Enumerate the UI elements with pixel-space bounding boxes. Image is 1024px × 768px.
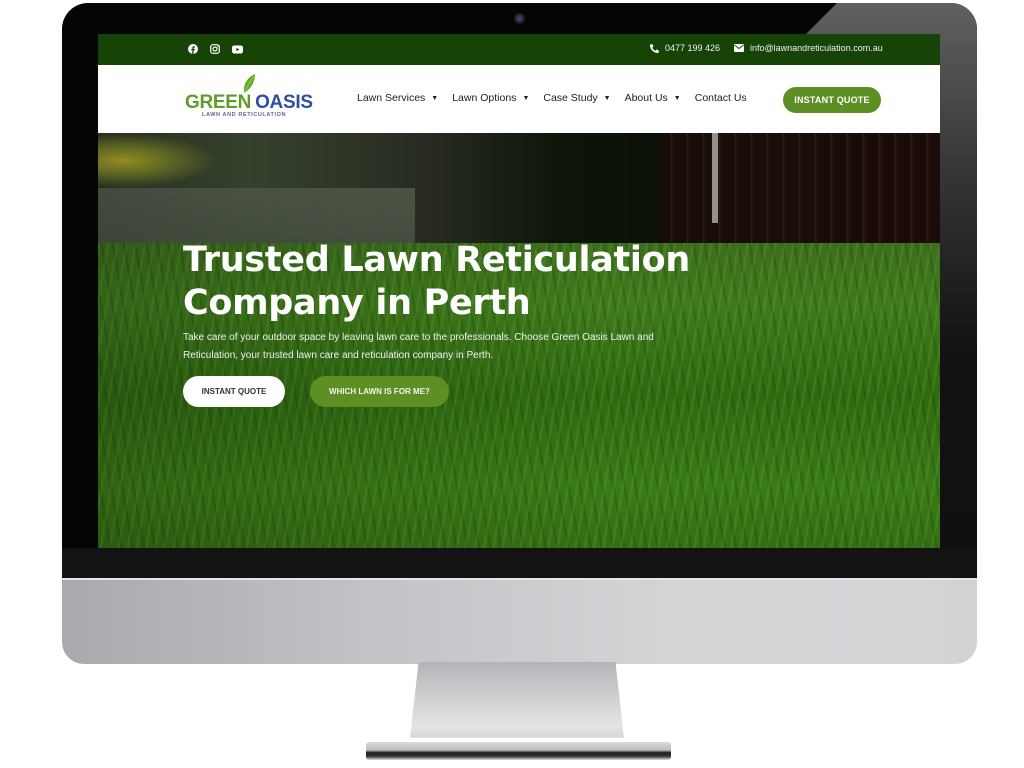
nav-item-lawn-services[interactable]: Lawn Services ▼: [357, 92, 438, 104]
nav-menu: Lawn Services ▼ Lawn Options ▼ Case Stud…: [357, 92, 761, 104]
instant-quote-button[interactable]: INSTANT QUOTE: [183, 376, 285, 407]
caret-down-icon: ▼: [673, 94, 681, 102]
phone-number: 0477 199 426: [665, 43, 721, 53]
logo-word-green: GREEN: [185, 92, 252, 113]
caret-down-icon: ▼: [603, 94, 611, 102]
nav-item-label: Contact Us: [694, 92, 747, 104]
phone-contact[interactable]: 0477 199 426: [650, 43, 720, 53]
main-navigation: GREEN OASIS LAWN AND RETICULATION Lawn Se…: [98, 65, 940, 133]
nav-item-contact-us[interactable]: Contact Us: [695, 92, 747, 104]
email-address: info@lawnandreticulation.com.au: [750, 43, 883, 53]
nav-item-label: Lawn Options: [452, 92, 517, 104]
nav-item-about-us[interactable]: About Us ▼: [625, 92, 681, 104]
phone-icon: [650, 43, 659, 53]
nav-item-case-study[interactable]: Case Study ▼: [543, 92, 610, 104]
instant-quote-nav-button[interactable]: INSTANT QUOTE: [783, 87, 881, 113]
caret-down-icon: ▼: [431, 94, 439, 102]
nav-item-label: Lawn Services: [357, 92, 426, 104]
logo-tagline: LAWN AND RETICULATION: [202, 112, 287, 118]
website-screen: 0477 199 426 info@lawnandreticulation.co…: [98, 34, 940, 548]
hero-description: Take care of your outdoor space by leavi…: [183, 332, 654, 361]
instagram-icon: [210, 44, 220, 54]
logo-word-oasis: OASIS: [255, 92, 313, 113]
facebook-icon: [188, 44, 198, 54]
monitor-stand-base: [366, 742, 671, 760]
nav-item-label: About Us: [624, 92, 668, 104]
top-bar: 0477 199 426 info@lawnandreticulation.co…: [98, 34, 940, 65]
monitor-chin: [62, 578, 977, 664]
site-logo[interactable]: GREEN OASIS LAWN AND RETICULATION: [185, 74, 315, 122]
caret-down-icon: ▼: [522, 94, 530, 102]
bezel-bottom: [62, 548, 977, 578]
hero-title: Trusted Lawn Reticulation Company in Per…: [183, 240, 690, 323]
webcam-icon: [514, 13, 525, 24]
nav-item-label: Case Study: [543, 92, 598, 104]
envelope-icon: [734, 44, 744, 52]
monitor-stand: [410, 662, 624, 738]
nav-item-lawn-options[interactable]: Lawn Options ▼: [452, 92, 529, 104]
youtube-icon: [231, 45, 243, 53]
logo-wordmark: GREEN OASIS: [185, 92, 313, 114]
instagram-link[interactable]: [209, 43, 221, 55]
email-contact[interactable]: info@lawnandreticulation.com.au: [734, 43, 883, 53]
hero-section: Trusted Lawn Reticulation Company in Per…: [98, 133, 940, 548]
leaf-icon: [243, 74, 255, 94]
facebook-link[interactable]: [187, 43, 199, 55]
which-lawn-button[interactable]: WHICH LAWN IS FOR ME?: [310, 376, 449, 407]
youtube-link[interactable]: [231, 43, 243, 55]
